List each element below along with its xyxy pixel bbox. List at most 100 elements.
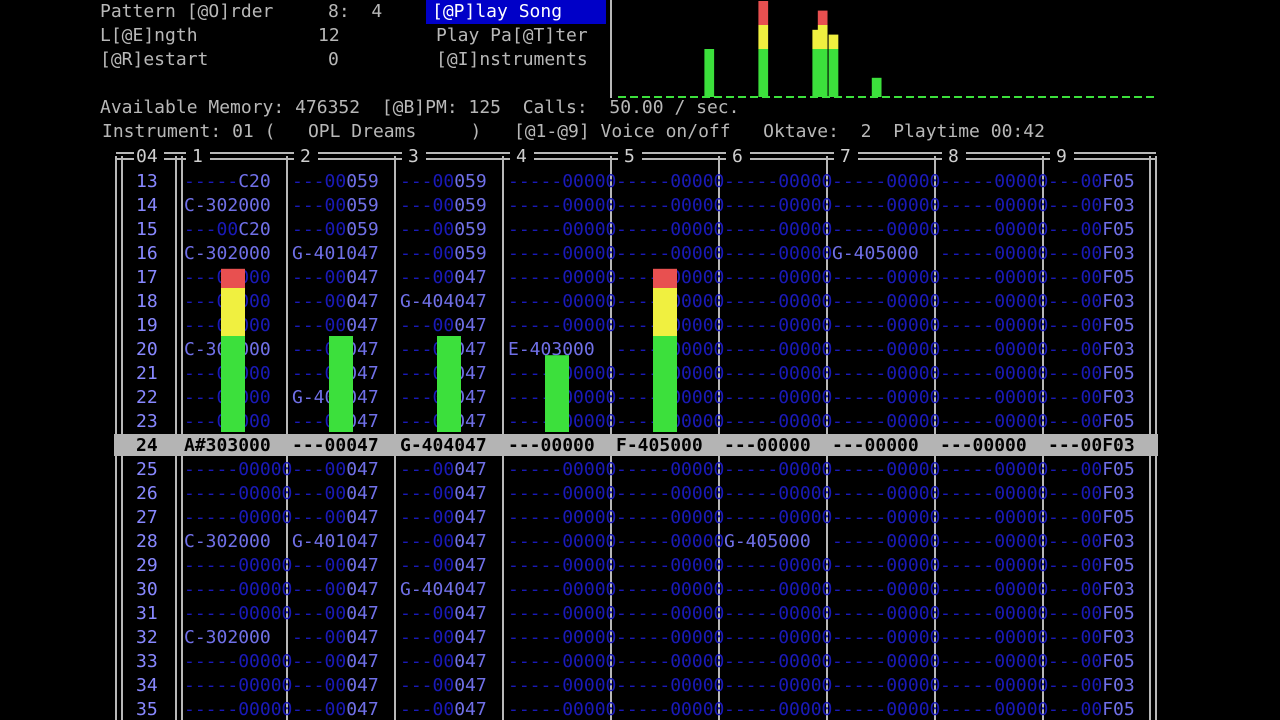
pattern-cell[interactable]: -----00000 [832, 315, 940, 336]
pattern-cell[interactable]: -----00000 [616, 603, 724, 624]
pattern-cell[interactable]: ---00059 [292, 171, 379, 192]
row-number[interactable]: 22 [136, 387, 158, 408]
pattern-cell[interactable]: -----00000 [832, 699, 940, 720]
pattern-cell[interactable]: C-302000 [184, 195, 271, 216]
channel-header-3[interactable]: 3 [408, 146, 419, 167]
pattern-cell[interactable]: -----00000 [724, 603, 832, 624]
pattern-cell[interactable]: -----00000 [184, 483, 292, 504]
pattern-cell[interactable]: ---00F03 [1048, 435, 1135, 456]
pattern-cell[interactable]: ---00059 [400, 243, 487, 264]
pattern-cell[interactable]: -----00000 [184, 603, 292, 624]
pattern-cell[interactable]: -----00000 [184, 507, 292, 528]
pattern-cell[interactable]: -----00000 [508, 315, 616, 336]
pattern-cell[interactable]: -----C20 [184, 171, 271, 192]
pattern-cell[interactable]: -----00000 [724, 291, 832, 312]
pattern-cell[interactable]: -----00000 [940, 531, 1048, 552]
pattern-cell[interactable]: -----00000 [724, 171, 832, 192]
pattern-cell[interactable]: ---00047 [292, 267, 379, 288]
pattern-cell[interactable]: ---00047 [400, 603, 487, 624]
pattern-cell[interactable]: -----00000 [940, 195, 1048, 216]
pattern-cell[interactable]: ---00F03 [1048, 531, 1135, 552]
pattern-cell[interactable]: -----00000 [832, 483, 940, 504]
pattern-cell[interactable]: -----00000 [940, 411, 1048, 432]
row-number[interactable]: 33 [136, 651, 158, 672]
pattern-cell[interactable]: ---00047 [292, 315, 379, 336]
pattern-cell[interactable]: G-404047 [400, 579, 487, 600]
pattern-cell[interactable]: -----00000 [508, 483, 616, 504]
pattern-cell[interactable]: ---00047 [400, 267, 487, 288]
pattern-cell[interactable]: -----00000 [508, 291, 616, 312]
pattern-cell[interactable]: -----00000 [724, 699, 832, 720]
pattern-cell[interactable]: ---00F05 [1048, 699, 1135, 720]
row-number[interactable]: 13 [136, 171, 158, 192]
pattern-cell[interactable]: F-405000 [616, 435, 703, 456]
pattern-cell[interactable]: -----00000 [940, 579, 1048, 600]
pattern-cell[interactable]: -----00000 [832, 531, 940, 552]
pattern-cell[interactable]: ---00F05 [1048, 171, 1135, 192]
row-number[interactable]: 26 [136, 483, 158, 504]
pattern-cell[interactable]: ---00047 [400, 315, 487, 336]
pattern-cell[interactable]: -----00000 [184, 579, 292, 600]
pattern-cell[interactable]: ---00F03 [1048, 243, 1135, 264]
pattern-cell[interactable]: -----00000 [724, 219, 832, 240]
pattern-cell[interactable]: -----00000 [508, 699, 616, 720]
pattern-cell[interactable]: ---00047 [400, 531, 487, 552]
pattern-cell[interactable]: ---00047 [400, 483, 487, 504]
pattern-cell[interactable]: ---00047 [292, 507, 379, 528]
pattern-cell[interactable]: -----00000 [184, 555, 292, 576]
pattern-cell[interactable]: -----00000 [724, 627, 832, 648]
pattern-cell[interactable]: -----00000 [832, 267, 940, 288]
row-number[interactable]: 25 [136, 459, 158, 480]
pattern-cell[interactable]: ---00000 [724, 435, 811, 456]
pattern-cell[interactable]: -----00000 [616, 507, 724, 528]
row-number[interactable]: 29 [136, 555, 158, 576]
pattern-cell[interactable]: -----00000 [184, 675, 292, 696]
pattern-cell[interactable]: ---00059 [292, 195, 379, 216]
pattern-cell[interactable]: G-401047 [292, 531, 379, 552]
pattern-cell[interactable]: ---00059 [400, 171, 487, 192]
pattern-cell[interactable]: G-404047 [400, 435, 487, 456]
pattern-cell[interactable]: -----00000 [940, 339, 1048, 360]
pattern-cell[interactable]: ---00047 [292, 435, 379, 456]
pattern-cell[interactable]: C-302000 [184, 243, 271, 264]
pattern-cell[interactable]: -----00000 [508, 603, 616, 624]
pattern-cell[interactable]: ---00047 [292, 459, 379, 480]
pattern-cell[interactable]: -----00000 [508, 555, 616, 576]
pattern-cell[interactable]: -----00000 [508, 171, 616, 192]
pattern-cell[interactable]: G-405000 [724, 531, 811, 552]
pattern-cell[interactable]: -----00000 [724, 267, 832, 288]
channel-header-8[interactable]: 8 [948, 146, 959, 167]
pattern-cell[interactable]: ---00C20 [184, 219, 271, 240]
row-number[interactable]: 35 [136, 699, 158, 720]
channel-header-5[interactable]: 5 [624, 146, 635, 167]
channel-header-2[interactable]: 2 [300, 146, 311, 167]
row-number[interactable]: 20 [136, 339, 158, 360]
pattern-cell[interactable]: ---00F03 [1048, 675, 1135, 696]
pattern-cell[interactable]: G-405000 [832, 243, 919, 264]
pattern-cell[interactable]: -----00000 [940, 267, 1048, 288]
pattern-cell[interactable]: ---00F03 [1048, 291, 1135, 312]
pattern-cell[interactable]: ---00000 [508, 435, 595, 456]
pattern-cell[interactable]: -----00000 [616, 483, 724, 504]
row-number[interactable]: 17 [136, 267, 158, 288]
pattern-cell[interactable]: ---00047 [400, 507, 487, 528]
pattern-cell[interactable]: -----00000 [508, 267, 616, 288]
pattern-cell[interactable]: -----00000 [832, 675, 940, 696]
pattern-cell[interactable]: -----00000 [616, 627, 724, 648]
channel-header-7[interactable]: 7 [840, 146, 851, 167]
pattern-cell[interactable]: ---00F05 [1048, 363, 1135, 384]
pattern-cell[interactable]: -----00000 [832, 627, 940, 648]
pattern-cell[interactable]: -----00000 [508, 459, 616, 480]
pattern-cell[interactable]: ---00059 [400, 219, 487, 240]
pattern-cell[interactable]: ---00F03 [1048, 339, 1135, 360]
pattern-cell[interactable]: ---00F05 [1048, 315, 1135, 336]
pattern-cell[interactable]: -----00000 [616, 219, 724, 240]
pattern-cell[interactable]: C-302000 [184, 627, 271, 648]
pattern-cell[interactable]: ---00F05 [1048, 603, 1135, 624]
row-number[interactable]: 32 [136, 627, 158, 648]
pattern-cell[interactable]: -----00000 [616, 555, 724, 576]
pattern-cell[interactable]: ---00047 [292, 483, 379, 504]
row-number[interactable]: 23 [136, 411, 158, 432]
row-number[interactable]: 31 [136, 603, 158, 624]
pattern-cell[interactable]: -----00000 [184, 459, 292, 480]
